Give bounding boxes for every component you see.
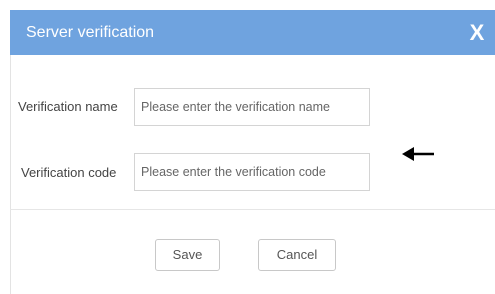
close-icon[interactable]: X <box>465 10 489 55</box>
verification-name-label: Verification name <box>18 99 118 114</box>
verification-name-input[interactable] <box>134 88 370 126</box>
arrow-left-icon <box>402 147 434 161</box>
cancel-button[interactable]: Cancel <box>258 239 336 271</box>
server-verification-dialog: Server verification X Verification name … <box>0 0 495 294</box>
verification-code-label: Verification code <box>21 165 117 180</box>
dialog-title-bar: Server verification X <box>10 10 495 55</box>
save-button[interactable]: Save <box>155 239 220 271</box>
verification-code-input[interactable] <box>134 153 370 191</box>
footer-divider <box>10 209 495 210</box>
dialog-left-border <box>10 55 11 294</box>
dialog-title: Server verification <box>26 24 155 41</box>
